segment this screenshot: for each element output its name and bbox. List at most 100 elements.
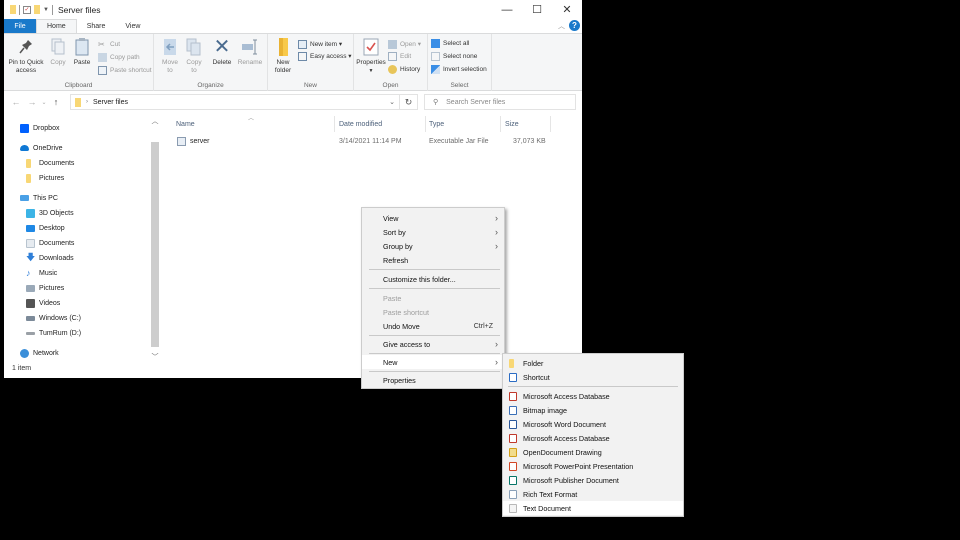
nav-item-windows-c[interactable]: Windows (C:) — [26, 312, 81, 324]
submenu-item-shortcut[interactable]: Shortcut — [503, 370, 683, 384]
properties-button[interactable]: Properties ▼ — [356, 37, 386, 75]
menu-item-give-access-to[interactable]: Give access to › — [362, 337, 504, 351]
rtf-icon — [509, 490, 517, 499]
scrollbar-thumb[interactable] — [151, 142, 159, 347]
copy-button[interactable]: Copy — [48, 37, 68, 67]
copy-to-button[interactable]: Copy to — [184, 37, 204, 75]
nav-item-tumrum-d[interactable]: TumRum (D:) — [26, 327, 81, 339]
submenu-item-opendocument-drawing[interactable]: OpenDocument Drawing — [503, 445, 683, 459]
paste-shortcut-button[interactable]: Paste shortcut — [98, 64, 152, 76]
tab-home[interactable]: Home — [36, 19, 77, 33]
paste-button[interactable]: Paste — [72, 37, 92, 67]
easy-access-button[interactable]: Easy access ▾ — [298, 50, 352, 62]
scroll-up-icon[interactable]: ︿ — [150, 116, 160, 126]
cut-button[interactable]: ✂ Cut — [98, 38, 120, 50]
column-separator[interactable] — [425, 116, 426, 132]
breadcrumb-chevron-icon[interactable]: › — [86, 99, 88, 105]
history-button[interactable]: History — [388, 63, 420, 75]
menu-item-new[interactable]: New › — [362, 355, 504, 369]
menu-item-group-by[interactable]: Group by › — [362, 239, 504, 253]
column-separator[interactable] — [550, 116, 551, 132]
nav-item-dropbox[interactable]: Dropbox — [20, 122, 59, 134]
nav-item-this-pc[interactable]: This PC — [20, 192, 58, 204]
nav-item-videos[interactable]: Videos — [26, 297, 60, 309]
breadcrumb-server-files[interactable]: Server files — [93, 99, 128, 106]
nav-item-onedrive-pictures[interactable]: Pictures — [26, 172, 64, 184]
column-header-name[interactable]: Name — [176, 118, 195, 130]
nav-item-3d-objects[interactable]: 3D Objects — [26, 207, 74, 219]
column-header-date-modified[interactable]: Date modified — [339, 118, 382, 130]
column-header-type[interactable]: Type — [429, 118, 444, 130]
submenu-item-bitmap-image[interactable]: Bitmap image — [503, 403, 683, 417]
submenu-item-access-database-2[interactable]: Microsoft Access Database — [503, 431, 683, 445]
folder-icon — [274, 37, 292, 57]
submenu-item-publisher[interactable]: Microsoft Publisher Document — [503, 473, 683, 487]
menu-item-view[interactable]: View › — [362, 211, 504, 225]
maximize-button[interactable]: ☐ — [522, 0, 552, 19]
column-separator[interactable] — [334, 116, 335, 132]
tab-share[interactable]: Share — [77, 19, 116, 33]
column-separator[interactable] — [500, 116, 501, 132]
address-bar[interactable]: › Server files ⌄ — [70, 94, 400, 110]
properties-icon — [362, 37, 380, 57]
search-box[interactable]: ⚲ Search Server files — [424, 94, 576, 110]
refresh-button[interactable]: ↻ — [400, 94, 418, 110]
nav-item-desktop[interactable]: Desktop — [26, 222, 65, 234]
nav-item-onedrive[interactable]: OneDrive — [20, 142, 63, 154]
forward-button[interactable]: → — [24, 97, 40, 107]
submenu-item-word-document[interactable]: Microsoft Word Document — [503, 417, 683, 431]
nav-pane-scrollbar[interactable]: ︿ ﹀ — [150, 114, 160, 364]
menu-item-undo-move[interactable]: Undo Move Ctrl+Z — [362, 319, 504, 333]
nav-item-network[interactable]: Network — [20, 347, 59, 359]
nav-item-music[interactable]: ♪ Music — [26, 267, 57, 279]
nav-item-pictures[interactable]: Pictures — [26, 282, 64, 294]
rename-button[interactable]: Rename — [236, 37, 264, 67]
submenu-item-rich-text[interactable]: Rich Text Format — [503, 487, 683, 501]
drive-icon — [26, 315, 35, 321]
help-icon[interactable]: ? — [569, 20, 580, 31]
open-button[interactable]: Open ▾ — [388, 38, 421, 50]
nav-item-documents[interactable]: Documents — [26, 237, 74, 249]
invert-selection-button[interactable]: Invert selection — [431, 63, 487, 75]
back-button[interactable]: ← — [8, 97, 24, 107]
tab-view[interactable]: View — [115, 19, 150, 33]
minimize-button[interactable]: — — [492, 0, 522, 19]
submenu-item-text-document[interactable]: Text Document — [503, 501, 683, 515]
collapse-ribbon-icon[interactable]: ︿ — [558, 21, 565, 31]
customize-dropdown-icon[interactable]: ▼ — [43, 7, 49, 13]
nav-item-onedrive-documents[interactable]: Documents — [26, 157, 74, 169]
file-type: Executable Jar File — [429, 138, 489, 145]
delete-button[interactable]: ✕ Delete — [210, 37, 234, 67]
submenu-item-folder[interactable]: Folder — [503, 356, 683, 370]
select-none-button[interactable]: Select none — [431, 50, 477, 62]
move-to-button[interactable]: Move to — [160, 37, 180, 75]
copy-path-button[interactable]: Copy path — [98, 51, 140, 63]
scroll-down-icon[interactable]: ﹀ — [150, 352, 160, 362]
menu-item-sort-by[interactable]: Sort by › — [362, 225, 504, 239]
tab-file[interactable]: File — [4, 19, 36, 33]
submenu-item-access-database[interactable]: Microsoft Access Database — [503, 389, 683, 403]
close-button[interactable]: ✕ — [552, 0, 582, 19]
column-header-size[interactable]: Size — [505, 118, 519, 130]
up-button[interactable]: ↑ — [48, 97, 64, 107]
new-item-button[interactable]: New item ▾ — [298, 38, 342, 50]
edit-button[interactable]: Edit — [388, 50, 411, 62]
menu-item-refresh[interactable]: Refresh — [362, 253, 504, 267]
submenu-item-powerpoint[interactable]: Microsoft PowerPoint Presentation — [503, 459, 683, 473]
file-name[interactable]: server — [190, 138, 209, 145]
menu-separator — [369, 371, 500, 372]
select-all-button[interactable]: Select all — [431, 37, 469, 49]
pin-to-quick-access-button[interactable]: Pin to Quick access — [6, 37, 46, 75]
search-input[interactable]: Search Server files — [446, 99, 505, 106]
address-dropdown-icon[interactable]: ⌄ — [389, 98, 395, 106]
ribbon-tabs: File Home Share View ︿ ? — [4, 19, 582, 33]
recent-locations-button[interactable]: ⌄ — [40, 99, 48, 106]
menu-item-customize-folder[interactable]: Customize this folder... — [362, 272, 504, 286]
move-to-icon — [161, 37, 179, 57]
new-folder-button[interactable]: New folder — [270, 37, 296, 75]
properties-check-icon[interactable]: ✓ — [23, 5, 31, 14]
cube-icon — [26, 208, 35, 218]
menu-item-properties[interactable]: Properties — [362, 373, 504, 387]
nav-item-downloads[interactable]: 🡇 Downloads — [26, 252, 74, 264]
new-folder-icon[interactable] — [34, 5, 40, 14]
